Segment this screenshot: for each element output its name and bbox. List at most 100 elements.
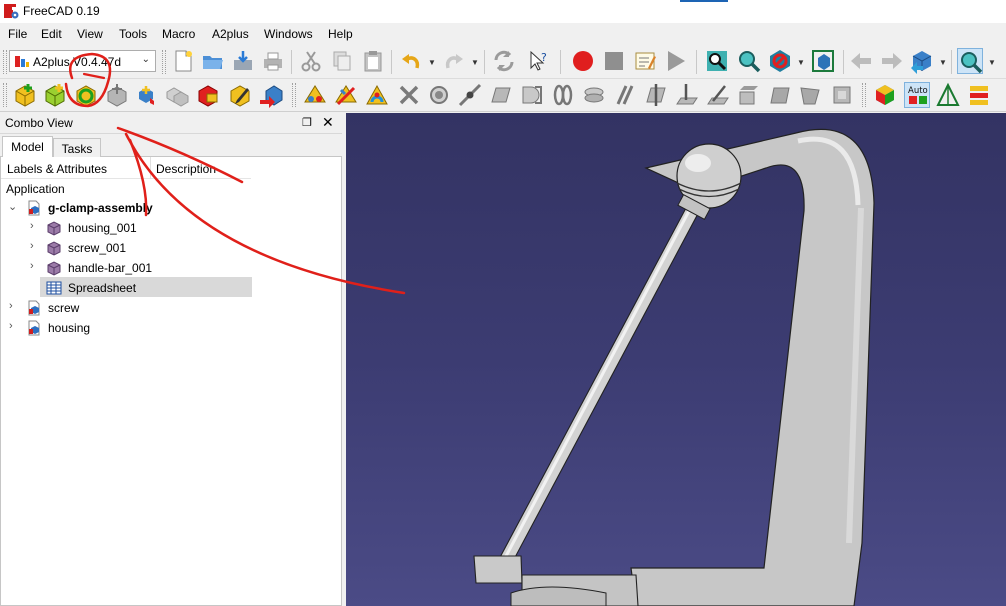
fit-selection-icon[interactable] — [736, 48, 762, 74]
flip-constraint-icon[interactable] — [333, 82, 359, 108]
redo-icon[interactable] — [441, 48, 467, 74]
axis-plane-parallel-icon[interactable] — [643, 82, 669, 108]
duplicate-part-icon[interactable] — [134, 82, 160, 108]
column-header-description[interactable]: Description — [156, 162, 216, 176]
column-separator[interactable] — [150, 157, 151, 179]
zoom-dropdown-icon[interactable]: ▼ — [988, 58, 996, 67]
chevron-down-icon[interactable]: ⌄ — [8, 200, 17, 213]
toolbar-grip[interactable] — [162, 50, 166, 74]
zoom-active-icon[interactable] — [957, 48, 983, 74]
std-views-icon[interactable] — [909, 48, 935, 74]
overflow-icon[interactable] — [996, 82, 1006, 108]
3d-viewport[interactable] — [346, 113, 1006, 606]
axis-plane-normal-icon[interactable] — [674, 82, 700, 108]
macro-record-icon[interactable] — [570, 48, 596, 74]
toolbar-grip[interactable] — [3, 50, 7, 74]
tree-item-handle-bar-001[interactable]: handle-bar_001 — [68, 261, 152, 275]
workbench-selector[interactable]: A2plus V0.4.47d ⌄ — [9, 50, 156, 72]
macro-edit-icon[interactable] — [632, 48, 658, 74]
cut-icon[interactable] — [298, 48, 324, 74]
toolbar-separator — [391, 50, 392, 74]
edit-part-pencil-icon[interactable] — [227, 82, 253, 108]
toolbar-grip[interactable] — [292, 83, 296, 107]
tree-item-spreadsheet[interactable]: Spreadsheet — [68, 281, 136, 295]
tree-item-screw[interactable]: screw — [48, 301, 79, 315]
angled-planes-icon[interactable] — [798, 82, 824, 108]
tab-model-label: Model — [11, 140, 44, 154]
isolate-constraints-icon[interactable] — [935, 82, 961, 108]
auto-solve-toggle[interactable]: Auto — [904, 82, 930, 108]
menu-view[interactable]: View — [77, 27, 103, 41]
menu-macro[interactable]: Macro — [162, 27, 195, 41]
toggle-partial-processing-icon[interactable] — [872, 82, 898, 108]
propagate-constraints-icon[interactable] — [364, 82, 390, 108]
open-folder-icon[interactable] — [200, 48, 226, 74]
menu-tools[interactable]: Tools — [119, 27, 147, 41]
menu-windows[interactable]: Windows — [264, 27, 313, 41]
add-shape-icon[interactable] — [42, 82, 68, 108]
axis-plane-angle-icon[interactable] — [705, 82, 731, 108]
tree-item-g-clamp-assembly[interactable]: g-clamp-assembly — [48, 201, 153, 215]
tab-tasks[interactable]: Tasks — [53, 138, 101, 157]
center-of-mass-icon[interactable] — [829, 82, 855, 108]
chevron-right-icon[interactable]: › — [30, 240, 34, 252]
macro-stop-icon[interactable] — [601, 48, 627, 74]
plane-coincident-icon[interactable] — [767, 82, 793, 108]
g-clamp-model — [473, 128, 875, 606]
std-views-dropdown-icon[interactable]: ▼ — [939, 58, 947, 67]
tree-item-housing-001[interactable]: housing_001 — [68, 221, 137, 235]
menu-help[interactable]: Help — [328, 27, 353, 41]
edit-part-icon[interactable] — [195, 82, 221, 108]
axis-parallel-icon[interactable] — [612, 82, 638, 108]
sphere-center-icon[interactable] — [519, 82, 545, 108]
menu-file[interactable]: File — [8, 27, 27, 41]
save-icon[interactable] — [230, 48, 256, 74]
overflow-icon[interactable] — [998, 48, 1006, 74]
chevron-right-icon[interactable]: › — [30, 220, 34, 232]
macro-run-icon[interactable] — [663, 48, 689, 74]
copy-icon[interactable] — [329, 48, 355, 74]
update-imported-parts-icon[interactable] — [73, 82, 99, 108]
chevron-right-icon[interactable]: › — [9, 300, 13, 312]
tab-model[interactable]: Model — [2, 136, 53, 157]
convert-part-icon[interactable] — [164, 82, 190, 108]
point-on-line-icon[interactable] — [457, 82, 483, 108]
undo-icon[interactable] — [398, 48, 424, 74]
add-part-icon[interactable] — [12, 82, 38, 108]
forward-arrow-icon[interactable] — [879, 48, 905, 74]
move-part-icon[interactable] — [104, 82, 130, 108]
circular-edge-icon[interactable] — [550, 82, 576, 108]
bounding-box-icon[interactable] — [810, 48, 836, 74]
whats-this-icon[interactable]: ? — [526, 48, 552, 74]
solve-constraints-icon[interactable] — [302, 82, 328, 108]
menu-a2plus[interactable]: A2plus — [212, 27, 249, 41]
toolbar-grip[interactable] — [3, 83, 7, 107]
axis-coincident-icon[interactable] — [581, 82, 607, 108]
column-header-labels[interactable]: Labels & Attributes — [7, 162, 107, 176]
fit-all-icon[interactable] — [704, 48, 730, 74]
menu-edit[interactable]: Edit — [41, 27, 62, 41]
undo-dropdown-icon[interactable]: ▼ — [428, 58, 436, 67]
draw-style-icon[interactable] — [767, 48, 793, 74]
chevron-right-icon[interactable]: › — [30, 260, 34, 272]
float-window-icon[interactable]: ❐ — [302, 116, 316, 130]
new-document-icon[interactable] — [170, 48, 196, 74]
tree-item-housing[interactable]: housing — [48, 321, 90, 335]
planes-parallel-icon[interactable] — [736, 82, 762, 108]
draw-style-dropdown-icon[interactable]: ▼ — [797, 58, 805, 67]
point-on-plane-icon[interactable] — [488, 82, 514, 108]
refresh-icon[interactable] — [491, 48, 517, 74]
chevron-right-icon[interactable]: › — [9, 320, 13, 332]
close-icon[interactable]: ✕ — [322, 114, 336, 130]
bom-list-icon[interactable] — [966, 82, 992, 108]
import-part-arrow-icon[interactable] — [258, 82, 284, 108]
point-identity-icon[interactable] — [426, 82, 452, 108]
toolbar-grip[interactable] — [862, 83, 866, 107]
print-icon[interactable] — [260, 48, 286, 74]
chevron-down-icon: ⌄ — [141, 54, 150, 65]
paste-icon[interactable] — [360, 48, 386, 74]
delete-constraint-icon[interactable] — [396, 82, 422, 108]
tree-item-screw-001[interactable]: screw_001 — [68, 241, 126, 255]
redo-dropdown-icon[interactable]: ▼ — [471, 58, 479, 67]
back-arrow-icon[interactable] — [848, 48, 874, 74]
